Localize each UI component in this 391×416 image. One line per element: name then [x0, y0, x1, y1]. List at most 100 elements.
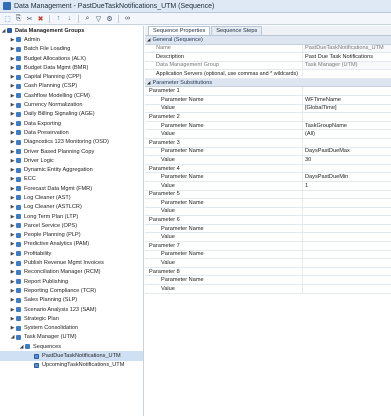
delete-icon[interactable]: ✖ — [36, 14, 45, 23]
parameter-name-field[interactable] — [303, 225, 391, 233]
parameter-value-field[interactable]: 30 — [303, 156, 391, 164]
tree-item[interactable]: ▶ People Planning (PLP) — [0, 231, 143, 240]
parameter-value-field[interactable]: [GlobalTime] — [303, 105, 391, 113]
tree-item[interactable]: ▶ Diagnostics 123 Monitoring (OSD) — [0, 138, 143, 147]
parameter-value-field[interactable] — [303, 285, 391, 293]
collapse-arrow-icon[interactable]: ▶ — [10, 260, 15, 266]
collapse-arrow-icon[interactable]: ▶ — [10, 83, 15, 89]
tree-item-sequence[interactable]: UpcomingTaskNotifications_UTM — [0, 361, 143, 370]
move-up-icon[interactable]: ↑ — [54, 14, 63, 23]
parameter-value-field[interactable]: (All) — [303, 130, 391, 138]
collapse-arrow-icon[interactable]: ▶ — [10, 316, 15, 322]
collapse-arrow-icon[interactable]: ▶ — [10, 93, 15, 99]
tree-item-sequences[interactable]: ◢ Sequences — [0, 342, 143, 351]
tree-item[interactable]: ◢ Task Manager (UTM) — [0, 333, 143, 342]
collapse-arrow-icon[interactable]: ▶ — [10, 288, 15, 294]
link-icon[interactable]: ∞ — [123, 14, 132, 23]
collapse-arrow-icon[interactable]: ▶ — [10, 37, 15, 43]
collapse-arrow-icon[interactable]: ▶ — [10, 195, 15, 201]
tree-item[interactable]: ▶ Long Term Plan (LTP) — [0, 212, 143, 221]
collapse-arrow-icon[interactable]: ▶ — [10, 279, 15, 285]
section-parameter-substitutions[interactable]: ◢ Parameter Substitutions — [145, 78, 391, 88]
expand-arrow-icon[interactable]: ◢ — [1, 28, 6, 34]
collapse-arrow-icon[interactable]: ▶ — [10, 223, 15, 229]
property-value[interactable]: Past Due Task Notifications — [303, 53, 391, 61]
collapse-arrow-icon[interactable]: ▶ — [10, 102, 15, 108]
collapse-arrow-icon[interactable]: ▶ — [10, 74, 15, 80]
collapse-arrow-icon[interactable]: ▶ — [10, 297, 15, 303]
tree-item[interactable]: ▶ Capital Planning (CPP) — [0, 72, 143, 81]
collapse-arrow-icon[interactable]: ▶ — [10, 204, 15, 210]
collapse-arrow-icon[interactable]: ▶ — [10, 241, 15, 247]
collapse-arrow-icon[interactable]: ▶ — [10, 56, 15, 62]
parameter-group-row[interactable]: Parameter 2 — [145, 113, 391, 122]
tree-item[interactable]: ▶ Data Exporting — [0, 119, 143, 128]
move-down-icon[interactable]: ↓ — [65, 14, 74, 23]
collapse-arrow-icon[interactable]: ▶ — [10, 167, 15, 173]
tree-item[interactable]: ▶ Report Publishing — [0, 277, 143, 286]
property-value[interactable] — [303, 70, 391, 78]
tree-item[interactable]: ▶ System Consolidation — [0, 324, 143, 333]
parameter-value-field[interactable] — [303, 208, 391, 216]
tab-sequence-properties[interactable]: Sequence Properties — [148, 26, 211, 35]
collapse-arrow-icon[interactable]: ▶ — [10, 176, 15, 182]
expand-arrow-icon[interactable]: ◢ — [19, 344, 24, 350]
collapse-arrow-icon[interactable]: ▶ — [10, 65, 15, 71]
cut-icon[interactable]: ✂ — [25, 14, 34, 23]
new-icon[interactable]: ⬚ — [3, 14, 12, 23]
collapse-arrow-icon[interactable]: ▶ — [10, 121, 15, 127]
collapse-arrow-icon[interactable]: ▶ — [10, 139, 15, 145]
tree-item[interactable]: ▶ Strategic Plan — [0, 314, 143, 323]
parameter-group-row[interactable]: Parameter 5 — [145, 190, 391, 200]
parameter-group-row[interactable]: Parameter 7 — [145, 242, 391, 251]
parameter-group-row[interactable]: Parameter 3 — [145, 138, 391, 148]
collapse-arrow-icon[interactable]: ▶ — [10, 130, 15, 136]
tree-item[interactable]: ▶ Log Cleaner (AST) — [0, 193, 143, 202]
tree-item[interactable]: ▶ Sales Planning (SLP) — [0, 296, 143, 305]
parameter-name-field[interactable]: TaskGroupName — [303, 122, 391, 130]
collapse-arrow-icon[interactable]: ▶ — [10, 251, 15, 257]
collapse-arrow-icon[interactable]: ▶ — [10, 325, 15, 331]
parameter-group-row[interactable]: Parameter 8 — [145, 267, 391, 277]
tree-item[interactable]: ▶ Driver Logic — [0, 156, 143, 165]
parameter-name-field[interactable] — [303, 276, 391, 284]
tree-root[interactable]: ◢ Data Management Groups — [0, 26, 143, 35]
tree-item[interactable]: ▶ Data Preservation — [0, 128, 143, 137]
tree-item[interactable]: ▶ Parcel Service (OPS) — [0, 221, 143, 230]
collapse-arrow-icon[interactable]: ▶ — [10, 46, 15, 52]
parameter-name-field[interactable] — [303, 199, 391, 207]
parameter-name-field[interactable] — [303, 251, 391, 259]
tree-item[interactable]: ▶ Admin — [0, 35, 143, 44]
tree-item[interactable]: ▶ Reconciliation Manager (RCM) — [0, 268, 143, 277]
filter-icon[interactable]: ▽ — [94, 14, 103, 23]
collapse-arrow-icon[interactable]: ▶ — [10, 214, 15, 220]
tree-item[interactable]: ▶ Profitability — [0, 249, 143, 258]
copy-icon[interactable]: ⎘ — [14, 14, 23, 23]
tree-item[interactable]: ▶ Currency Normalization — [0, 100, 143, 109]
tree-item[interactable]: ▶ Scenario Analysis 123 (SAM) — [0, 305, 143, 314]
collapse-arrow-icon[interactable]: ▶ — [10, 232, 15, 238]
tree-item[interactable]: ▶ Driver Based Planning Copy — [0, 147, 143, 156]
tree-item[interactable]: ▶ Budget Allocations (ALX) — [0, 54, 143, 63]
tree-item[interactable]: ▶ Forecast Data Mgmt (FMR) — [0, 184, 143, 193]
parameter-name-field[interactable]: DaysPastDueMin — [303, 173, 391, 181]
collapse-arrow-icon[interactable]: ▶ — [10, 158, 15, 164]
parameter-value-field[interactable] — [303, 233, 391, 241]
parameter-value-field[interactable]: 1 — [303, 182, 391, 190]
tree-item[interactable]: ▶ Daily Billing Signaling (AGE) — [0, 110, 143, 119]
search-icon[interactable]: ⌕ — [83, 14, 92, 23]
tree-item[interactable]: ▶ Dynamic Entity Aggregation — [0, 165, 143, 174]
tree-item[interactable]: ▶ ECC — [0, 175, 143, 184]
collapse-arrow-icon[interactable]: ▶ — [10, 149, 15, 155]
parameter-name-field[interactable]: WFTimeName — [303, 96, 391, 104]
tree-item[interactable]: ▶ Log Cleaner (ASTLCR) — [0, 203, 143, 212]
tree-item-sequence-selected[interactable]: PastDueTaskNotifications_UTM — [0, 351, 143, 361]
collapse-arrow-icon[interactable]: ▶ — [10, 269, 15, 275]
collapse-icon[interactable]: ◢ — [147, 80, 150, 86]
parameter-name-field[interactable]: DaysPastDueMax — [303, 148, 391, 156]
expand-arrow-icon[interactable]: ◢ — [10, 334, 15, 340]
parameter-group-row[interactable]: Parameter 4 — [145, 164, 391, 174]
settings-icon[interactable]: ⚙ — [105, 14, 114, 23]
section-general[interactable]: ◢ General (Sequence) — [145, 36, 391, 45]
parameter-group-row[interactable]: Parameter 6 — [145, 216, 391, 225]
